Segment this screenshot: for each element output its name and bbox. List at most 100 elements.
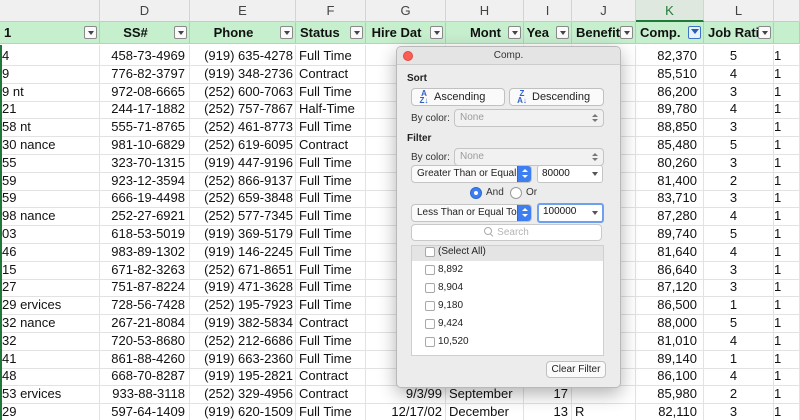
cell-dept[interactable]: 29 xyxy=(0,401,100,420)
list-item[interactable]: 8,892 xyxy=(412,261,603,279)
header-cell-comp[interactable]: Comp. xyxy=(636,22,704,44)
condition1-operator-select[interactable]: Greater Than or Equal To xyxy=(411,165,532,183)
cell-phone[interactable]: (919) 620-1509 xyxy=(190,401,296,420)
header-cell-a[interactable]: 1 xyxy=(0,22,100,44)
cell-comp[interactable]: 82,110 xyxy=(636,401,704,420)
checkbox[interactable] xyxy=(425,355,435,356)
value-listbox[interactable]: (Select All) 8,892 8,904 9,180 9,424 10,520 10… xyxy=(411,245,604,356)
header-cell-status[interactable]: Status xyxy=(296,22,366,44)
logic-radio-group: And Or xyxy=(470,187,560,201)
list-item[interactable]: 10,520 xyxy=(412,333,603,351)
filter-dropdown-icon[interactable] xyxy=(508,26,521,39)
list-item-label: 8,892 xyxy=(438,264,464,275)
header-label-a: 1 xyxy=(4,25,12,40)
header-label-hire-date: Hire Dat xyxy=(371,25,422,40)
list-item-label: (Select All) xyxy=(438,246,486,257)
column-letter-j[interactable]: J xyxy=(572,0,636,22)
column-letter-a[interactable] xyxy=(0,0,100,22)
filter-dropdown-icon[interactable] xyxy=(174,26,187,39)
and-label: And xyxy=(486,187,504,198)
chevron-down-icon[interactable] xyxy=(592,211,598,215)
header-label-years: Yea xyxy=(526,25,549,40)
cell-status[interactable]: Full Time xyxy=(296,401,366,420)
list-item-label: 10,572 xyxy=(438,354,469,355)
filter-dropdown-icon[interactable] xyxy=(430,26,443,39)
select-stepper-icon xyxy=(517,166,531,182)
column-letter-d[interactable]: D xyxy=(100,0,190,22)
column-letter-m[interactable] xyxy=(774,0,800,22)
filter-dropdown-icon[interactable] xyxy=(280,26,293,39)
search-icon xyxy=(484,227,493,236)
cell-job-rating[interactable]: 3 xyxy=(704,401,774,420)
dialog-title: Comp. xyxy=(493,50,524,61)
sort-by-color-value: None xyxy=(460,112,484,123)
filter-by-color-select[interactable]: None xyxy=(454,148,604,166)
list-item[interactable]: 9,180 xyxy=(412,297,603,315)
sort-ascending-button[interactable]: A Z↓ Ascending xyxy=(411,88,505,106)
condition2-operator-select[interactable]: Less Than or Equal To xyxy=(411,204,532,222)
filter-dropdown-icon[interactable] xyxy=(84,26,97,39)
header-cell-phone[interactable]: Phone xyxy=(190,22,296,44)
filter-dropdown-icon[interactable] xyxy=(620,26,633,39)
clear-filter-button[interactable]: Clear Filter xyxy=(546,361,606,378)
select-arrows-icon xyxy=(592,114,599,123)
select-all-item[interactable]: (Select All) xyxy=(412,246,603,261)
or-label: Or xyxy=(526,187,538,198)
cell-benefits[interactable]: R xyxy=(572,401,636,420)
checkbox[interactable] xyxy=(425,337,435,347)
filter-active-icon[interactable] xyxy=(688,26,701,39)
sort-descending-label: Descending xyxy=(532,91,591,103)
checkbox[interactable] xyxy=(425,265,435,275)
header-cell-ssn[interactable]: SS# xyxy=(100,22,190,44)
header-cell-benefits[interactable]: Benefits xyxy=(572,22,636,44)
header-cell-hire-date[interactable]: Hire Dat xyxy=(366,22,446,44)
header-cell-years[interactable]: Yea xyxy=(524,22,572,44)
dialog-titlebar[interactable]: Comp. xyxy=(397,47,620,65)
cell-month[interactable]: December xyxy=(446,401,524,420)
or-radio[interactable] xyxy=(510,187,522,199)
column-letter-e[interactable]: E xyxy=(190,0,296,22)
checkbox[interactable] xyxy=(425,301,435,311)
checkbox[interactable] xyxy=(425,319,435,329)
filter-dropdown-icon[interactable] xyxy=(758,26,771,39)
list-item[interactable]: 9,424 xyxy=(412,315,603,333)
autofilter-dialog[interactable]: Comp. Sort A Z↓ Ascending Z A↓ Descending … xyxy=(396,46,621,388)
sort-by-color-select[interactable]: None xyxy=(454,109,604,127)
column-letter-i[interactable]: I xyxy=(524,0,572,22)
close-icon[interactable] xyxy=(403,51,413,61)
condition2-value-field[interactable]: 100000 xyxy=(537,203,604,223)
list-item[interactable]: 8,904 xyxy=(412,279,603,297)
and-radio[interactable] xyxy=(470,187,482,199)
table-row[interactable]: 29 597-64-1409 (919) 620-1509 Full Time 12/1… xyxy=(0,401,800,420)
column-letter-l[interactable]: L xyxy=(704,0,774,22)
sort-heading: Sort xyxy=(407,73,427,84)
chevron-down-icon[interactable] xyxy=(592,172,598,176)
column-letter-bar: D E F G H I J K L xyxy=(0,0,800,22)
checkbox[interactable] xyxy=(425,283,435,293)
search-field[interactable]: Search xyxy=(411,224,602,241)
checkbox[interactable] xyxy=(425,247,435,257)
condition1-value-field[interactable]: 80000 xyxy=(537,165,603,183)
list-item-label: 10,520 xyxy=(438,336,469,347)
sort-descending-button[interactable]: Z A↓ Descending xyxy=(509,88,604,106)
table-header-row: 1 SS# Phone Status Hire Dat Mont Yea Ben… xyxy=(0,22,800,44)
filter-dropdown-icon[interactable] xyxy=(350,26,363,39)
cell-ssn[interactable]: 597-64-1409 xyxy=(100,401,190,420)
header-label-phone: Phone xyxy=(213,25,254,40)
column-letter-g[interactable]: G xyxy=(366,0,446,22)
header-cell-month[interactable]: Mont xyxy=(446,22,524,44)
header-cell-job-rating[interactable]: Job Ratin xyxy=(704,22,774,44)
filter-dropdown-icon[interactable] xyxy=(556,26,569,39)
list-item[interactable]: 10,572 xyxy=(412,351,603,356)
filter-by-color-value: None xyxy=(460,151,484,162)
column-letter-k[interactable]: K xyxy=(636,0,704,22)
select-arrows-icon xyxy=(592,153,599,162)
column-letter-f[interactable]: F xyxy=(296,0,366,22)
sort-by-color-label: By color: xyxy=(411,113,450,124)
cell-years[interactable]: 13 xyxy=(524,401,572,420)
cell-hire-date[interactable]: 12/17/02 xyxy=(366,401,446,420)
cell-m[interactable]: 1 xyxy=(774,401,800,420)
header-cell-m[interactable] xyxy=(774,22,800,44)
column-letter-h[interactable]: H xyxy=(446,0,524,22)
sort-ascending-label: Ascending xyxy=(434,91,486,103)
